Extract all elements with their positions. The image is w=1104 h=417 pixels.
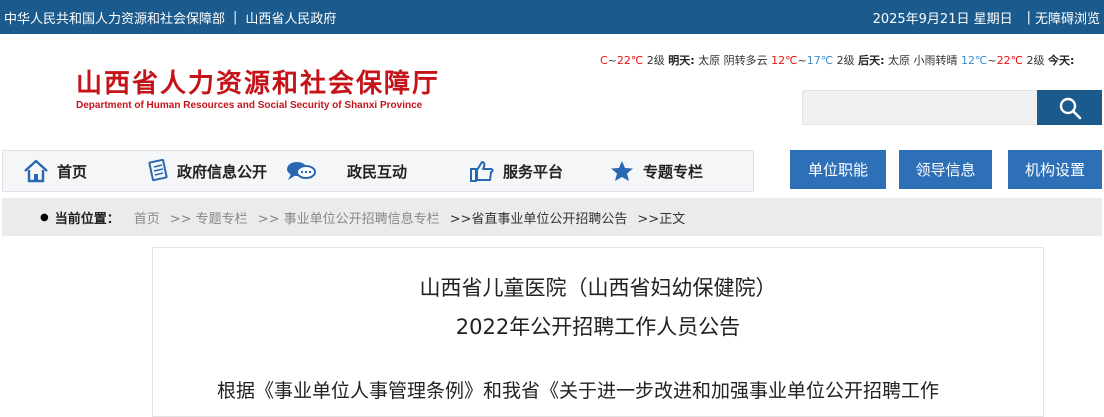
current-date: 2025年9月21日 星期日 — [872, 12, 1013, 27]
top-separator: | — [233, 10, 238, 25]
weather-today-high: 22℃ — [616, 54, 644, 67]
nav-label-services: 服务平台 — [503, 162, 564, 181]
chat-icon — [287, 162, 316, 180]
weather-tomorrow-condition: 阴转多云 — [723, 54, 768, 67]
breadcrumb-provincial-announcements[interactable]: >>省直事业单位公开招聘公告 — [450, 208, 628, 227]
breadcrumb: ● 当前位置： 首页 >> 专题专栏 >> 事业单位公开招聘信息专栏 >>省直事… — [2, 198, 1102, 236]
nav-label-topics: 专题专栏 — [643, 162, 704, 181]
top-separator-right: | — [1026, 10, 1031, 25]
search-input[interactable] — [802, 90, 1038, 125]
weather-sep: ~ — [607, 54, 617, 67]
weather-dayafter-city: 太原 — [888, 54, 911, 67]
nav-label-gov-info: 政府信息公开 — [177, 162, 268, 181]
weather-tomorrow-wind: 2级 — [836, 54, 855, 67]
mohrss-link[interactable]: 中华人民共和国人力资源和社会保障部 — [4, 8, 225, 27]
weather-sep: ~ — [797, 54, 807, 67]
weather-tomorrow-high: 12℃ — [771, 54, 798, 67]
breadcrumb-recruitment-column[interactable]: >> 事业单位公开招聘信息专栏 — [258, 208, 440, 227]
weather-dayafter-high: 22℃ — [996, 54, 1023, 67]
shanxi-gov-link[interactable]: 山西省人民政府 — [245, 8, 336, 27]
breadcrumb-label: 当前位置： — [54, 211, 120, 227]
nav-item-topics[interactable]: 专题专栏 — [609, 151, 703, 191]
weather-today-label: 今天: — [1047, 54, 1075, 67]
top-bar: 中华人民共和国人力资源和社会保障部 | 山西省人民政府 2025年9月21日 星… — [0, 0, 1104, 34]
site-title[interactable]: 山西省人力资源和社会保障厅 — [76, 63, 440, 100]
weather-dayafter-wind: 2级 — [1026, 54, 1045, 67]
top-links: 中华人民共和国人力资源和社会保障部 | 山西省人民政府 — [4, 8, 336, 27]
weather-sep: ~ — [987, 54, 997, 67]
weather-dayafter-label: 后天: — [858, 54, 885, 67]
article-title-line2: 2022年公开招聘工作人员公告 — [455, 315, 741, 339]
breadcrumb-bullet: ● — [40, 211, 49, 223]
star-icon — [611, 161, 633, 181]
quick-link-functions[interactable]: 单位职能 — [790, 150, 886, 189]
weather-tomorrow-city: 太原 — [698, 54, 721, 67]
search-button[interactable] — [1037, 90, 1102, 125]
quick-link-leaders[interactable]: 领导信息 — [899, 150, 992, 189]
search-icon — [1059, 97, 1081, 119]
top-right: 2025年9月21日 星期日 | 无障碍浏览 — [873, 8, 1100, 27]
weather-ticker: C~22℃ 2级 明天: 太原 阴转多云 12℃~17℃ 2级 后天: 太原 小… — [600, 52, 1102, 70]
home-icon — [24, 159, 48, 183]
weather-tomorrow-low: 17℃ — [806, 54, 834, 67]
quick-link-organization[interactable]: 机构设置 — [1008, 150, 1102, 189]
weather-tomorrow-label: 明天: — [668, 54, 695, 67]
breadcrumb-topics[interactable]: >> 专题专栏 — [170, 208, 248, 227]
nav-label-home: 首页 — [57, 162, 88, 181]
nav-item-interaction[interactable]: 政民互动 — [285, 151, 407, 191]
site-title-english: Department of Human Resources and Social… — [76, 100, 423, 111]
document-icon — [148, 159, 168, 182]
thumbs-up-icon — [470, 161, 494, 182]
nav-item-services[interactable]: 服务平台 — [469, 151, 563, 191]
nav-label-interaction: 政民互动 — [347, 162, 408, 181]
article-paragraph: 根据《事业单位人事管理条例》和我省《关于进一步改进和加强事业单位公开招聘工作 — [217, 380, 940, 402]
nav-item-home[interactable]: 首页 — [23, 151, 87, 191]
nav-item-gov-info[interactable]: 政府信息公开 — [147, 151, 267, 191]
article-panel: 山西省儿童医院（山西省妇幼保健院） 2022年公开招聘工作人员公告 根据《事业单… — [152, 247, 1044, 417]
weather-today-wind: 2级 — [646, 54, 665, 67]
accessibility-link[interactable]: 无障碍浏览 — [1035, 8, 1100, 27]
weather-dayafter-condition: 小雨转晴 — [913, 54, 958, 67]
main-nav: 首页 政府信息公开 政民互动 服务平台 专题专栏 — [2, 150, 754, 192]
weather-dayafter-low: 12℃ — [961, 54, 988, 67]
breadcrumb-current: >>正文 — [637, 211, 686, 227]
article-title-line1: 山西省儿童医院（山西省妇幼保健院） — [419, 276, 777, 300]
weather-today-low: C — [600, 54, 608, 67]
breadcrumb-home[interactable]: 首页 — [134, 208, 160, 227]
